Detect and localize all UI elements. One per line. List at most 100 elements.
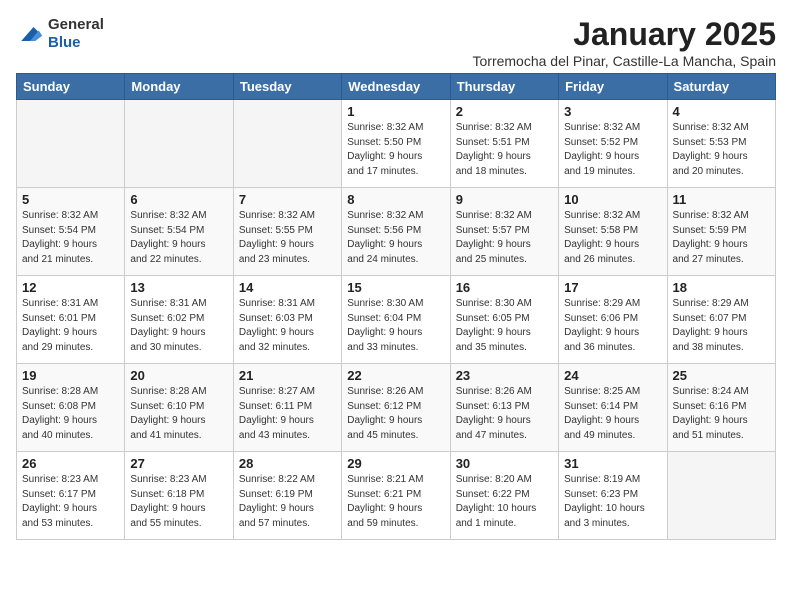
calendar-cell <box>667 452 775 540</box>
calendar-cell: 31 Sunrise: 8:19 AM Sunset: 6:23 PM Dayli… <box>559 452 667 540</box>
day-number: 14 <box>239 280 336 295</box>
calendar-cell: 12 Sunrise: 8:31 AM Sunset: 6:01 PM Dayli… <box>17 276 125 364</box>
calendar-cell: 15 Sunrise: 8:30 AM Sunset: 6:04 PM Dayli… <box>342 276 450 364</box>
day-number: 27 <box>130 456 227 471</box>
day-info: Sunrise: 8:32 AM Sunset: 5:52 PM Dayligh… <box>564 121 661 179</box>
calendar-cell <box>17 100 125 188</box>
weekday-header-saturday: Saturday <box>667 74 775 100</box>
calendar-cell: 20Sunrise: 8:28 AM Sunset: 6:10 PM Dayli… <box>125 364 233 452</box>
calendar-cell: 29 Sunrise: 8:21 AM Sunset: 6:21 PM Dayli… <box>342 452 450 540</box>
calendar-cell: 22 Sunrise: 8:26 AM Sunset: 6:12 PM Dayli… <box>342 364 450 452</box>
day-info: Sunrise: 8:26 AM Sunset: 6:12 PM Dayligh… <box>347 385 444 443</box>
day-number: 2 <box>456 104 553 119</box>
week-row-1: 1 Sunrise: 8:32 AM Sunset: 5:50 PM Daylig… <box>17 100 776 188</box>
calendar-cell: 24 Sunrise: 8:25 AM Sunset: 6:14 PM Dayli… <box>559 364 667 452</box>
day-info: Sunrise: 8:22 AM Sunset: 6:19 PM Dayligh… <box>239 473 336 531</box>
day-number: 18 <box>673 280 770 295</box>
calendar-cell: 17 Sunrise: 8:29 AM Sunset: 6:06 PM Dayli… <box>559 276 667 364</box>
week-row-2: 5Sunrise: 8:32 AM Sunset: 5:54 PM Daylig… <box>17 188 776 276</box>
logo: General Blue <box>16 16 104 52</box>
weekday-header-monday: Monday <box>125 74 233 100</box>
location-title: Torremocha del Pinar, Castille-La Mancha… <box>473 53 777 69</box>
calendar-cell: 21Sunrise: 8:27 AM Sunset: 6:11 PM Dayli… <box>233 364 341 452</box>
day-info: Sunrise: 8:23 AM Sunset: 6:17 PM Dayligh… <box>22 473 119 531</box>
day-info: Sunrise: 8:32 AM Sunset: 5:58 PM Dayligh… <box>564 209 661 267</box>
calendar-cell: 1 Sunrise: 8:32 AM Sunset: 5:50 PM Daylig… <box>342 100 450 188</box>
day-number: 1 <box>347 104 444 119</box>
day-info: Sunrise: 8:26 AM Sunset: 6:13 PM Dayligh… <box>456 385 553 443</box>
day-info: Sunrise: 8:32 AM Sunset: 5:55 PM Dayligh… <box>239 209 336 267</box>
title-block: January 2025 Torremocha del Pinar, Casti… <box>473 16 777 69</box>
week-row-3: 12 Sunrise: 8:31 AM Sunset: 6:01 PM Dayli… <box>17 276 776 364</box>
day-number: 16 <box>456 280 553 295</box>
day-number: 26 <box>22 456 119 471</box>
calendar-cell: 25 Sunrise: 8:24 AM Sunset: 6:16 PM Dayli… <box>667 364 775 452</box>
calendar-cell: 4 Sunrise: 8:32 AM Sunset: 5:53 PM Daylig… <box>667 100 775 188</box>
day-info: Sunrise: 8:21 AM Sunset: 6:21 PM Dayligh… <box>347 473 444 531</box>
day-info: Sunrise: 8:31 AM Sunset: 6:03 PM Dayligh… <box>239 297 336 355</box>
day-info: Sunrise: 8:31 AM Sunset: 6:01 PM Dayligh… <box>22 297 119 355</box>
day-number: 22 <box>347 368 444 383</box>
calendar-cell: 13 Sunrise: 8:31 AM Sunset: 6:02 PM Dayli… <box>125 276 233 364</box>
calendar-cell: 16 Sunrise: 8:30 AM Sunset: 6:05 PM Dayli… <box>450 276 558 364</box>
calendar-cell <box>233 100 341 188</box>
day-info: Sunrise: 8:32 AM Sunset: 5:57 PM Dayligh… <box>456 209 553 267</box>
day-number: 6 <box>130 192 227 207</box>
day-info: Sunrise: 8:29 AM Sunset: 6:06 PM Dayligh… <box>564 297 661 355</box>
calendar-cell: 10 Sunrise: 8:32 AM Sunset: 5:58 PM Dayli… <box>559 188 667 276</box>
day-number: 17 <box>564 280 661 295</box>
weekday-header-thursday: Thursday <box>450 74 558 100</box>
day-number: 24 <box>564 368 661 383</box>
calendar-cell: 9Sunrise: 8:32 AM Sunset: 5:57 PM Daylig… <box>450 188 558 276</box>
calendar-cell <box>125 100 233 188</box>
weekday-header-wednesday: Wednesday <box>342 74 450 100</box>
day-number: 4 <box>673 104 770 119</box>
weekday-header-row: SundayMondayTuesdayWednesdayThursdayFrid… <box>17 74 776 100</box>
calendar-cell: 5Sunrise: 8:32 AM Sunset: 5:54 PM Daylig… <box>17 188 125 276</box>
day-number: 25 <box>673 368 770 383</box>
calendar-cell: 23Sunrise: 8:26 AM Sunset: 6:13 PM Dayli… <box>450 364 558 452</box>
day-info: Sunrise: 8:31 AM Sunset: 6:02 PM Dayligh… <box>130 297 227 355</box>
day-info: Sunrise: 8:24 AM Sunset: 6:16 PM Dayligh… <box>673 385 770 443</box>
month-title: January 2025 <box>473 16 777 53</box>
calendar-cell: 27 Sunrise: 8:23 AM Sunset: 6:18 PM Dayli… <box>125 452 233 540</box>
day-number: 10 <box>564 192 661 207</box>
calendar-cell: 14 Sunrise: 8:31 AM Sunset: 6:03 PM Dayli… <box>233 276 341 364</box>
day-number: 31 <box>564 456 661 471</box>
day-info: Sunrise: 8:32 AM Sunset: 5:51 PM Dayligh… <box>456 121 553 179</box>
day-info: Sunrise: 8:32 AM Sunset: 5:50 PM Dayligh… <box>347 121 444 179</box>
calendar-table: SundayMondayTuesdayWednesdayThursdayFrid… <box>16 73 776 540</box>
day-info: Sunrise: 8:19 AM Sunset: 6:23 PM Dayligh… <box>564 473 661 531</box>
day-info: Sunrise: 8:30 AM Sunset: 6:04 PM Dayligh… <box>347 297 444 355</box>
calendar-cell: 2 Sunrise: 8:32 AM Sunset: 5:51 PM Daylig… <box>450 100 558 188</box>
day-number: 12 <box>22 280 119 295</box>
day-number: 7 <box>239 192 336 207</box>
day-number: 13 <box>130 280 227 295</box>
day-info: Sunrise: 8:28 AM Sunset: 6:10 PM Dayligh… <box>130 385 227 443</box>
calendar-cell: 6Sunrise: 8:32 AM Sunset: 5:54 PM Daylig… <box>125 188 233 276</box>
calendar-cell: 18 Sunrise: 8:29 AM Sunset: 6:07 PM Dayli… <box>667 276 775 364</box>
calendar-cell: 11Sunrise: 8:32 AM Sunset: 5:59 PM Dayli… <box>667 188 775 276</box>
day-number: 21 <box>239 368 336 383</box>
calendar-cell: 28 Sunrise: 8:22 AM Sunset: 6:19 PM Dayli… <box>233 452 341 540</box>
day-number: 28 <box>239 456 336 471</box>
day-info: Sunrise: 8:30 AM Sunset: 6:05 PM Dayligh… <box>456 297 553 355</box>
day-info: Sunrise: 8:32 AM Sunset: 5:56 PM Dayligh… <box>347 209 444 267</box>
day-info: Sunrise: 8:29 AM Sunset: 6:07 PM Dayligh… <box>673 297 770 355</box>
week-row-5: 26 Sunrise: 8:23 AM Sunset: 6:17 PM Dayli… <box>17 452 776 540</box>
calendar-cell: 8Sunrise: 8:32 AM Sunset: 5:56 PM Daylig… <box>342 188 450 276</box>
calendar-cell: 19Sunrise: 8:28 AM Sunset: 6:08 PM Dayli… <box>17 364 125 452</box>
calendar-cell: 3Sunrise: 8:32 AM Sunset: 5:52 PM Daylig… <box>559 100 667 188</box>
day-info: Sunrise: 8:32 AM Sunset: 5:53 PM Dayligh… <box>673 121 770 179</box>
day-number: 5 <box>22 192 119 207</box>
logo-icon <box>16 20 44 48</box>
day-number: 30 <box>456 456 553 471</box>
page-header: General Blue January 2025 Torremocha del… <box>16 16 776 69</box>
day-number: 15 <box>347 280 444 295</box>
day-info: Sunrise: 8:23 AM Sunset: 6:18 PM Dayligh… <box>130 473 227 531</box>
logo-text: General Blue <box>48 16 104 52</box>
day-number: 29 <box>347 456 444 471</box>
calendar-cell: 30 Sunrise: 8:20 AM Sunset: 6:22 PM Dayli… <box>450 452 558 540</box>
day-info: Sunrise: 8:25 AM Sunset: 6:14 PM Dayligh… <box>564 385 661 443</box>
day-info: Sunrise: 8:20 AM Sunset: 6:22 PM Dayligh… <box>456 473 553 531</box>
